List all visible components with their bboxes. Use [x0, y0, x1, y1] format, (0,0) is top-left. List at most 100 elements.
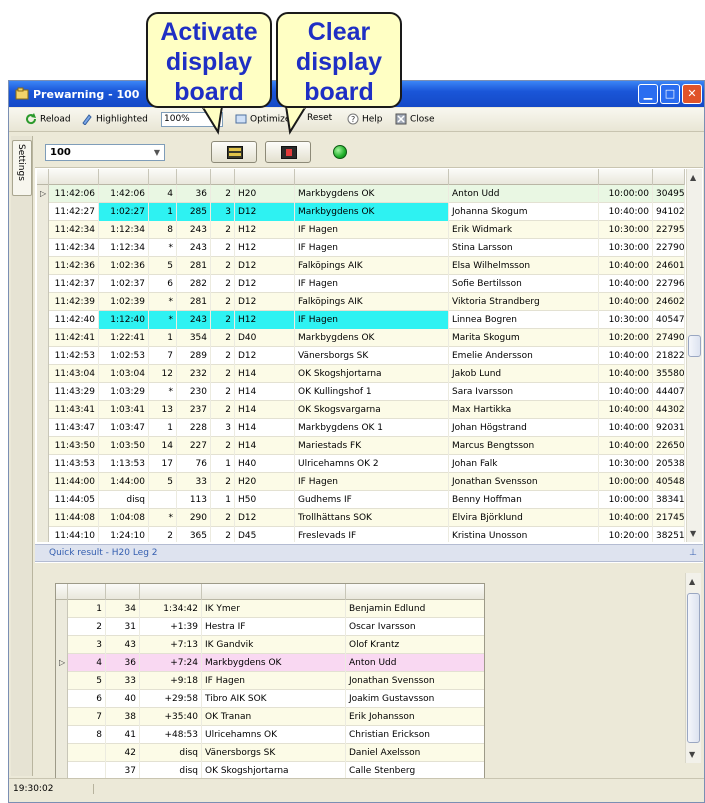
row-selector[interactable]	[37, 329, 49, 347]
table-row[interactable]: 11:42:37 1:02:37 6 282 2 D12 IF Hagen Sofie Ber…	[37, 275, 685, 293]
table-row[interactable]: 11:42:36 1:02:36 5 281 2 D12 Falköpings AIK Els…	[37, 257, 685, 275]
table-row[interactable]: 1 34 1:34:42 IK Ymer Benjamin Edlund	[56, 600, 484, 618]
row-selector[interactable]	[37, 491, 49, 509]
table-row[interactable]: 11:42:41 1:22:41 1 354 2 D40 Markbygdens OK Mar…	[37, 329, 685, 347]
scroll-thumb[interactable]	[688, 335, 701, 357]
table-row[interactable]: 11:42:40 1:12:40 * 243 2 H12 IF Hagen Linnea Bo…	[37, 311, 685, 329]
table-row[interactable]: 42 disq Vänersborgs SK Daniel Axelsson	[56, 744, 484, 762]
table-row[interactable]: 11:43:41 1:03:41 13 237 2 H14 OK Skogsvargarna…	[37, 401, 685, 419]
row-selector[interactable]: ▷	[56, 654, 68, 672]
maximize-button[interactable]: □	[660, 84, 680, 104]
reload-button[interactable]: Reload	[25, 113, 71, 125]
row-selector[interactable]	[56, 600, 68, 618]
row-selector[interactable]	[56, 726, 68, 744]
row-selector[interactable]	[37, 311, 49, 329]
row-selector[interactable]	[37, 419, 49, 437]
row-selector[interactable]	[37, 527, 49, 542]
table-row[interactable]: 11:42:34 1:12:34 8 243 2 H12 IF Hagen Erik Widm…	[37, 221, 685, 239]
row-selector[interactable]	[37, 257, 49, 275]
scroll-thumb[interactable]	[687, 593, 700, 743]
row-selector[interactable]	[37, 293, 49, 311]
table-row[interactable]: 11:44:08 1:04:08 * 290 2 D12 Trollhättans SOK E…	[37, 509, 685, 527]
column-header[interactable]	[599, 169, 653, 185]
table-row[interactable]: 11:42:34 1:12:34 * 243 2 H12 IF Hagen Stina Lar…	[37, 239, 685, 257]
scroll-up-icon[interactable]: ▲	[689, 577, 695, 586]
row-selector[interactable]	[37, 509, 49, 527]
table-cell: 1:04:08	[99, 509, 149, 527]
settings-tab[interactable]: Settings	[12, 140, 32, 196]
table-row[interactable]: 3 43 +7:13 IK Gandvik Olof Krantz	[56, 636, 484, 654]
clear-display-board-button[interactable]	[265, 141, 311, 163]
table-row[interactable]: 11:43:47 1:03:47 1 228 3 H14 Markbygdens OK 1J…	[37, 419, 685, 437]
table-row[interactable]: 11:44:00 1:44:00 5 33 2 H20 IF Hagen Jonathan S…	[37, 473, 685, 491]
table-row[interactable]: 11:42:39 1:02:39 * 281 2 D12 Falköpings AIK Vik…	[37, 293, 685, 311]
minimize-button[interactable]: ▁	[638, 84, 658, 104]
class-select[interactable]: 100 ▼	[45, 144, 165, 161]
row-selector[interactable]	[37, 275, 49, 293]
content-area: 100 ▼ ▷ 11:42:06 1:42:06 4 36 2 H20 Markby	[35, 136, 703, 783]
table-row[interactable]: 11:43:50 1:03:50 14 227 2 H14 Mariestads FK Mar…	[37, 437, 685, 455]
row-selector[interactable]	[37, 455, 49, 473]
row-selector[interactable]	[37, 473, 49, 491]
main-scrollbar[interactable]: ▲ ▼	[686, 169, 702, 542]
table-row[interactable]: 5 33 +9:18 IF Hagen Jonathan Svensson	[56, 672, 484, 690]
column-header[interactable]	[68, 584, 106, 600]
column-header[interactable]	[140, 584, 202, 600]
row-selector[interactable]	[37, 365, 49, 383]
table-cell: 11:42:53	[49, 347, 99, 365]
row-selector[interactable]	[37, 383, 49, 401]
table-cell: Vänersborgs SK	[295, 347, 449, 365]
highlighted-button[interactable]: Highlighted	[81, 113, 148, 125]
table-cell: 11:42:34	[49, 239, 99, 257]
scroll-up-icon[interactable]: ▲	[690, 173, 696, 182]
table-row[interactable]: 11:43:04 1:03:04 12 232 2 H14 OK Skogshjortarn…	[37, 365, 685, 383]
column-header[interactable]	[106, 584, 140, 600]
row-selector[interactable]: ▷	[37, 185, 49, 203]
column-header[interactable]	[346, 584, 484, 600]
table-row[interactable]: 11:42:27 1:02:27 1 285 3 D12 Markbygdens OK Joh…	[37, 203, 685, 221]
column-header[interactable]	[295, 169, 449, 185]
table-row[interactable]: 11:44:05 disq 113 1 H50 Gudhems IF Benny Hoffm…	[37, 491, 685, 509]
table-row[interactable]: 8 41 +48:53 Ulricehamns OK Christian Erickso…	[56, 726, 484, 744]
column-header[interactable]	[211, 169, 235, 185]
column-header[interactable]	[177, 169, 211, 185]
row-selector[interactable]	[37, 239, 49, 257]
column-header[interactable]	[149, 169, 177, 185]
table-row[interactable]: 6 40 +29:58 Tibro AIK SOK Joakim Gustavsson	[56, 690, 484, 708]
row-selector[interactable]	[56, 672, 68, 690]
column-header[interactable]	[653, 169, 685, 185]
table-row[interactable]: 11:44:10 1:24:10 2 365 2 D45 Freslevads IF Kris…	[37, 527, 685, 542]
scroll-down-icon[interactable]: ▼	[690, 529, 696, 538]
table-row[interactable]: 11:42:53 1:02:53 7 289 2 D12 Vänersborgs SK Eme…	[37, 347, 685, 365]
pin-icon[interactable]: ⊥	[689, 545, 697, 561]
column-header[interactable]	[99, 169, 149, 185]
table-row[interactable]: ▷ 11:42:06 1:42:06 4 36 2 H20 Markbygdens OK Ant…	[37, 185, 685, 203]
row-selector[interactable]	[56, 708, 68, 726]
column-header[interactable]	[202, 584, 346, 600]
table-row[interactable]: 2 31 +1:39 Hestra IF Oscar Ivarsson	[56, 618, 484, 636]
row-selector[interactable]	[37, 203, 49, 221]
table-row[interactable]: ▷ 4 36 +7:24 Markbygdens OK Anton Udd	[56, 654, 484, 672]
table-row[interactable]: 7 38 +35:40 OK Tranan Erik Johansson	[56, 708, 484, 726]
help-button[interactable]: ? Help	[347, 113, 383, 125]
table-cell: Markbygdens OK	[202, 654, 346, 672]
row-selector[interactable]	[56, 636, 68, 654]
table-cell: IF Hagen	[295, 473, 449, 491]
column-header[interactable]	[449, 169, 599, 185]
table-row[interactable]: 11:43:53 1:13:53 17 76 1 H40 Ulricehamns OK 2J…	[37, 455, 685, 473]
quick-scrollbar[interactable]: ▲ ▼	[685, 573, 701, 763]
row-selector[interactable]	[37, 437, 49, 455]
row-selector[interactable]	[37, 347, 49, 365]
row-selector[interactable]	[56, 690, 68, 708]
row-selector[interactable]	[56, 744, 68, 762]
row-selector[interactable]	[37, 401, 49, 419]
scroll-down-icon[interactable]: ▼	[689, 750, 695, 759]
activate-display-board-button[interactable]	[211, 141, 257, 163]
row-selector[interactable]	[37, 221, 49, 239]
column-header[interactable]	[49, 169, 99, 185]
row-selector[interactable]	[56, 618, 68, 636]
close-button[interactable]: Close	[395, 113, 435, 125]
column-header[interactable]	[235, 169, 295, 185]
table-row[interactable]: 11:43:29 1:03:29 * 230 2 H14 OK Kullingshof 1S…	[37, 383, 685, 401]
close-window-button[interactable]: ✕	[682, 84, 702, 104]
